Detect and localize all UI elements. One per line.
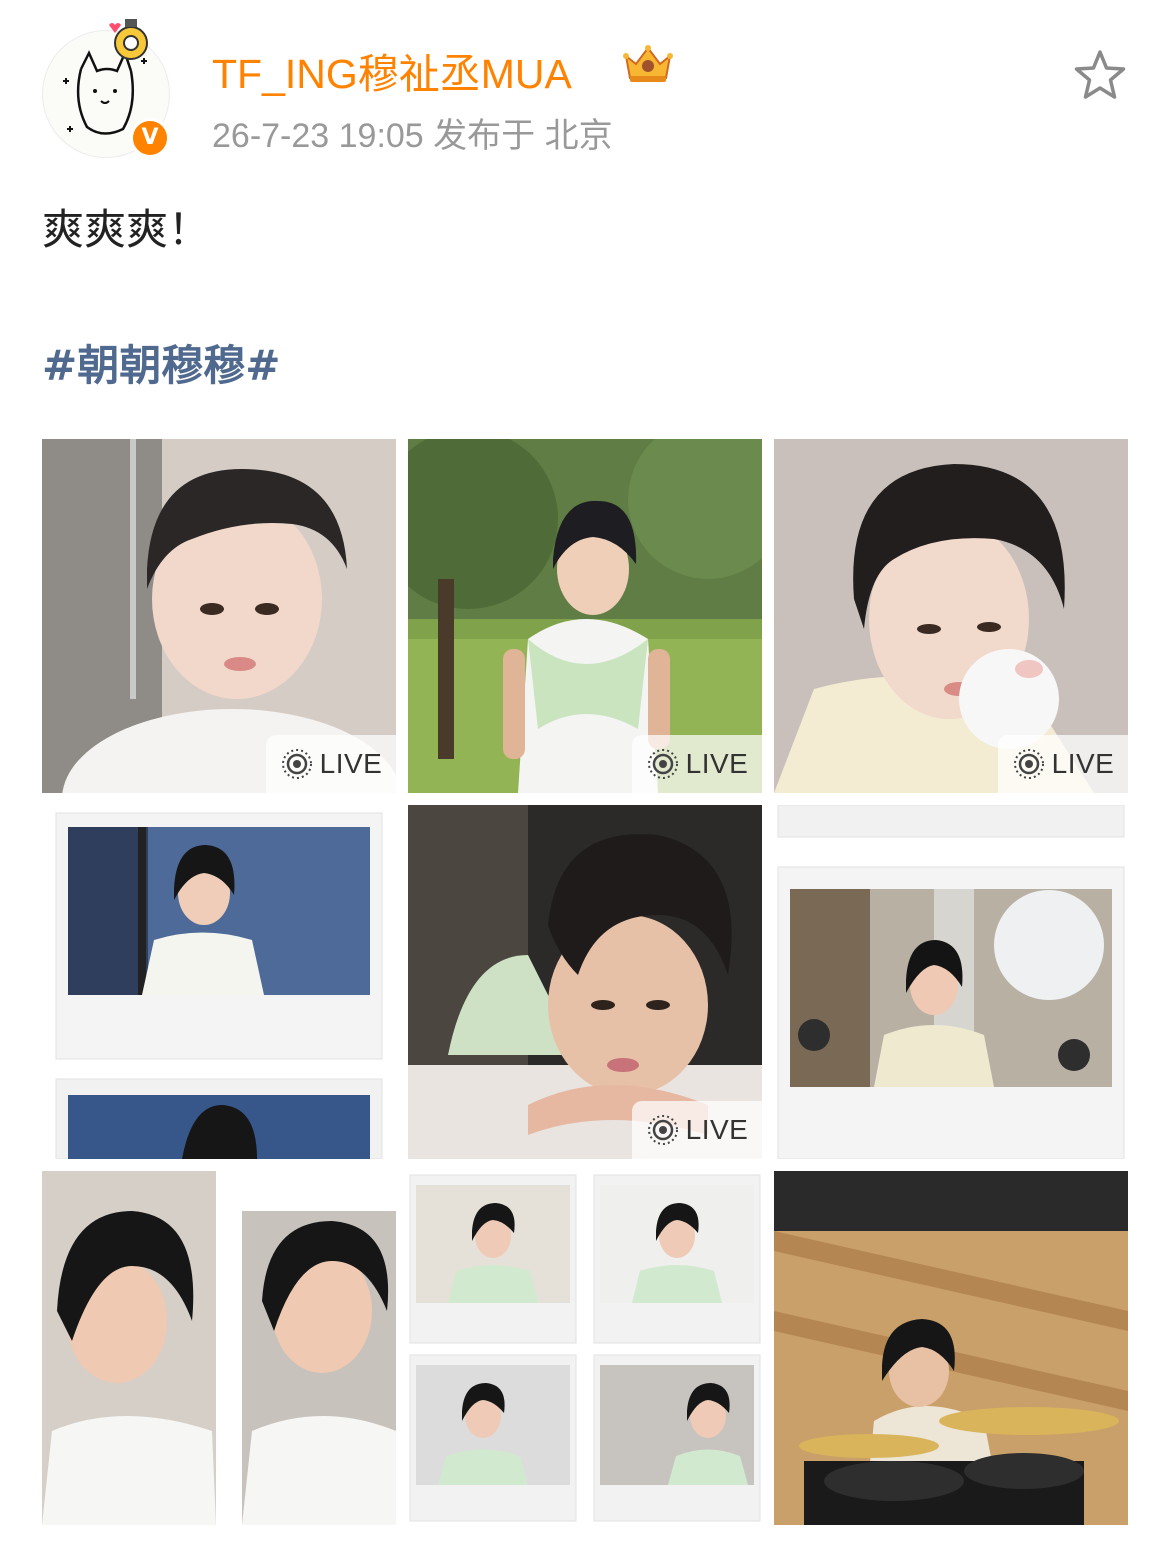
crown-badge-icon[interactable] (620, 42, 676, 86)
avatar-sticker-icon (109, 19, 148, 60)
live-photo-icon (1013, 749, 1044, 779)
live-label: LIVE (685, 1114, 749, 1145)
live-photo-icon (281, 749, 312, 779)
post-text: 爽爽爽！ (42, 205, 211, 254)
live-photo-icon (647, 1115, 678, 1145)
photo-grid: LIVE LIVE LIVE LIVE (42, 439, 1128, 1525)
live-photo-badge-3: LIVE (998, 735, 1128, 793)
photo-8[interactable] (408, 1171, 762, 1525)
photo-8-image (408, 1171, 762, 1525)
photo-6[interactable] (774, 805, 1128, 1159)
live-label: LIVE (685, 748, 749, 779)
photo-4[interactable] (42, 805, 396, 1159)
photo-4-image (42, 805, 396, 1159)
photo-7-image (42, 1171, 396, 1525)
photo-9[interactable] (774, 1171, 1128, 1525)
photo-9-image (774, 1171, 1128, 1525)
live-photo-badge-1: LIVE (266, 735, 396, 793)
photo-7[interactable] (42, 1171, 396, 1525)
live-photo-icon (647, 749, 678, 779)
photo-6-image (774, 805, 1128, 1159)
verified-badge: V (130, 118, 170, 158)
username[interactable]: TF_ING穆祉丞MUA (212, 40, 572, 100)
live-label: LIVE (319, 748, 383, 779)
live-photo-badge-5: LIVE (632, 1101, 762, 1159)
live-label: LIVE (1051, 748, 1115, 779)
star-icon[interactable] (1072, 48, 1128, 102)
post-meta: 26-7-23 19:05 发布于 北京 (212, 117, 613, 155)
topic-link[interactable]: #朝朝穆穆# (42, 332, 280, 393)
live-photo-badge-2: LIVE (632, 735, 762, 793)
